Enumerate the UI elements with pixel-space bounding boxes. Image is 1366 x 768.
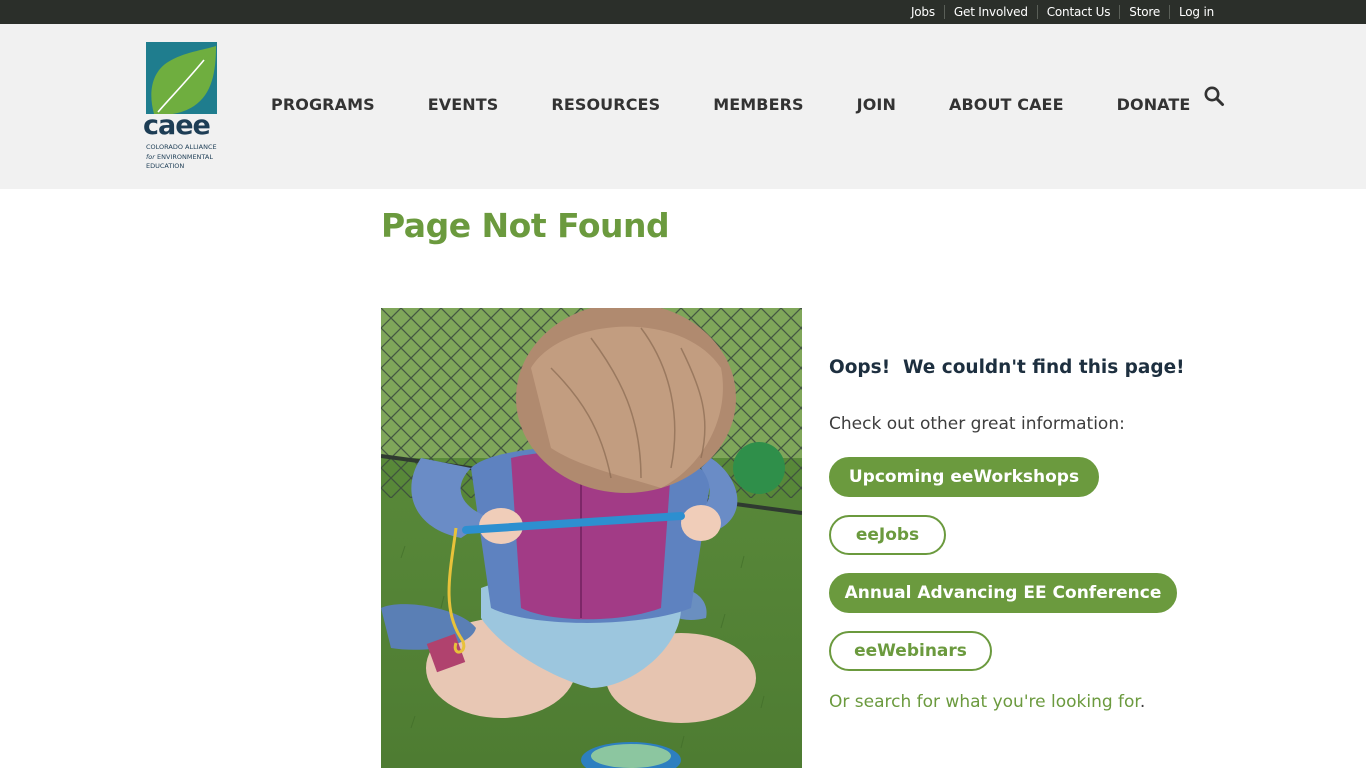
- logo-wordmark: caee: [143, 110, 211, 141]
- logo-tagline-line-2: for ENVIRONMENTAL: [146, 153, 217, 163]
- nav-item-join[interactable]: JOIN: [857, 95, 896, 114]
- eejobs-button[interactable]: eeJobs: [829, 515, 946, 555]
- search-suggestion: Or search for what you're looking for.: [829, 692, 1145, 712]
- leaf-icon: [151, 46, 216, 114]
- utility-link-get-involved[interactable]: Get Involved: [943, 5, 1037, 19]
- nav-item-resources[interactable]: RESOURCES: [551, 95, 660, 114]
- nav-item-about-caee[interactable]: ABOUT CAEE: [949, 95, 1064, 114]
- utility-link-store[interactable]: Store: [1119, 5, 1169, 19]
- search-button[interactable]: [1203, 85, 1225, 107]
- eewebinars-button[interactable]: eeWebinars: [829, 631, 992, 671]
- page-title: Page Not Found: [381, 206, 670, 245]
- logo-leaf-mark: [146, 42, 217, 114]
- logo-tagline-line-1: COLORADO ALLIANCE: [146, 143, 217, 151]
- search-link[interactable]: Or search for what you're looking for: [829, 692, 1140, 712]
- site-header: caee COLORADO ALLIANCE for ENVIRONMENTAL…: [0, 24, 1366, 189]
- utility-bar: Jobs Get Involved Contact Us Store Log i…: [0, 0, 1366, 24]
- logo-tagline-line-3: EDUCATION: [146, 162, 185, 170]
- nav-item-donate[interactable]: DONATE: [1117, 95, 1191, 114]
- search-suggestion-period: .: [1139, 692, 1146, 712]
- logo-tagline-environmental: ENVIRONMENTAL: [157, 152, 213, 161]
- photo-illustration: [381, 308, 802, 768]
- utility-link-jobs[interactable]: Jobs: [902, 5, 944, 19]
- utility-link-contact-us[interactable]: Contact Us: [1036, 5, 1120, 19]
- logo-tagline: COLORADO ALLIANCE for ENVIRONMENTAL EDUC…: [146, 143, 217, 172]
- nav-item-programs[interactable]: PROGRAMS: [271, 95, 375, 114]
- nav-item-members[interactable]: MEMBERS: [713, 95, 803, 114]
- not-found-heading: Oops! We couldn't find this page!: [829, 357, 1185, 378]
- utility-links: Jobs Get Involved Contact Us Store Log i…: [902, 0, 1223, 24]
- utility-link-log-in[interactable]: Log in: [1169, 5, 1223, 19]
- upcoming-eeworkshops-button[interactable]: Upcoming eeWorkshops: [829, 457, 1099, 497]
- main-nav: PROGRAMS EVENTS RESOURCES MEMBERS JOIN A…: [271, 94, 1190, 114]
- site-logo[interactable]: caee COLORADO ALLIANCE for ENVIRONMENTAL…: [143, 42, 221, 174]
- annual-conference-button[interactable]: Annual Advancing EE Conference: [829, 573, 1177, 613]
- child-playing-photo: [381, 308, 802, 768]
- nav-item-events[interactable]: EVENTS: [428, 95, 499, 114]
- logo-tagline-for: for: [146, 152, 155, 161]
- check-out-text: Check out other great information:: [829, 414, 1125, 434]
- search-icon: [1204, 86, 1224, 106]
